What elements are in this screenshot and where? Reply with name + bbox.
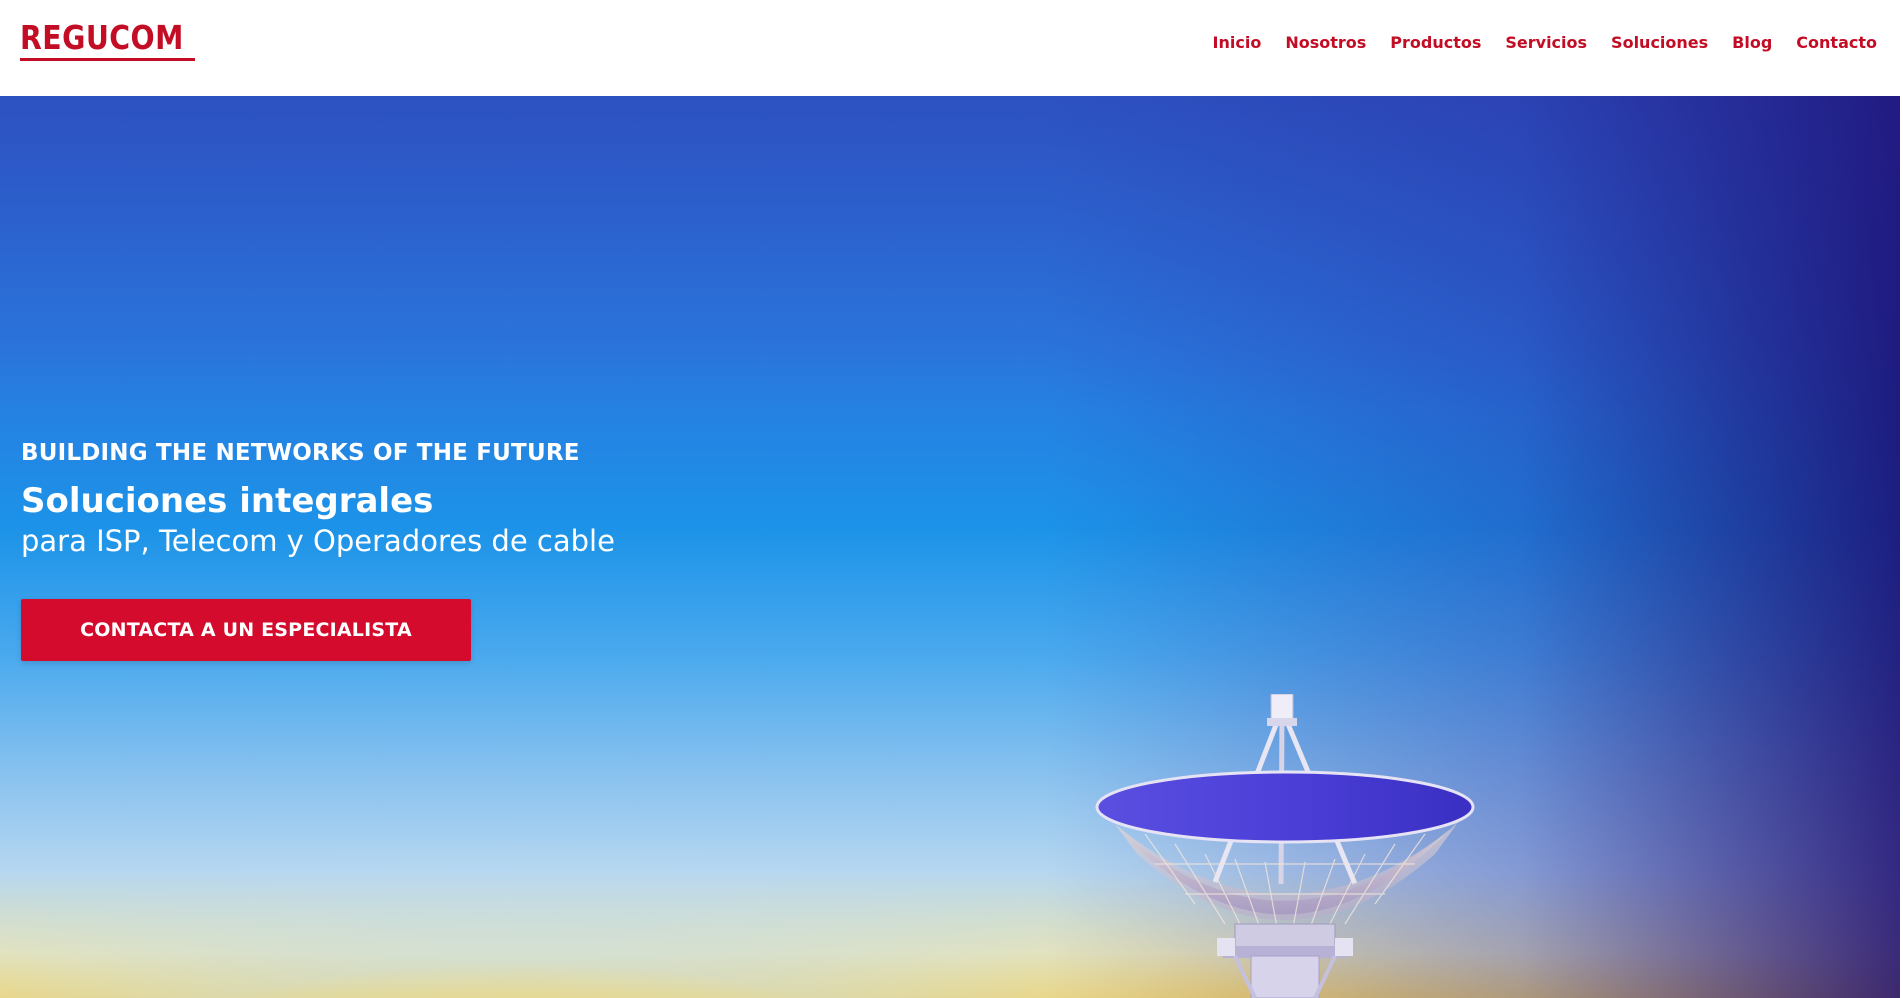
nav-link-blog[interactable]: Blog — [1732, 33, 1772, 52]
nav-link-servicios[interactable]: Servicios — [1505, 33, 1587, 52]
logo-text: REGUCOM — [20, 18, 184, 57]
satellite-dish-antenna-image — [1095, 694, 1475, 998]
nav-link-productos[interactable]: Productos — [1390, 33, 1481, 52]
logo-underline — [20, 58, 195, 61]
main-nav: Inicio Nosotros Productos Servicios Solu… — [1213, 30, 1877, 54]
nav-link-soluciones[interactable]: Soluciones — [1611, 33, 1708, 52]
hero-subtitle: para ISP, Telecom y Operadores de cable — [21, 524, 615, 558]
hero-content: BUILDING THE NETWORKS OF THE FUTURE Solu… — [21, 438, 921, 559]
hero-section: BUILDING THE NETWORKS OF THE FUTURE Solu… — [0, 96, 1900, 998]
nav-link-nosotros[interactable]: Nosotros — [1285, 33, 1366, 52]
nav-link-inicio[interactable]: Inicio — [1213, 33, 1262, 52]
contact-specialist-button[interactable]: CONTACTA A UN ESPECIALISTA — [21, 599, 471, 661]
hero-kicker: BUILDING THE NETWORKS OF THE FUTURE — [21, 440, 580, 466]
hero-title: Soluciones integrales — [21, 481, 434, 521]
nav-link-contacto[interactable]: Contacto — [1796, 33, 1877, 52]
regucom-logo[interactable]: REGUCOM — [20, 20, 195, 64]
site-header: REGUCOM Inicio Nosotros Productos Servic… — [0, 0, 1903, 96]
